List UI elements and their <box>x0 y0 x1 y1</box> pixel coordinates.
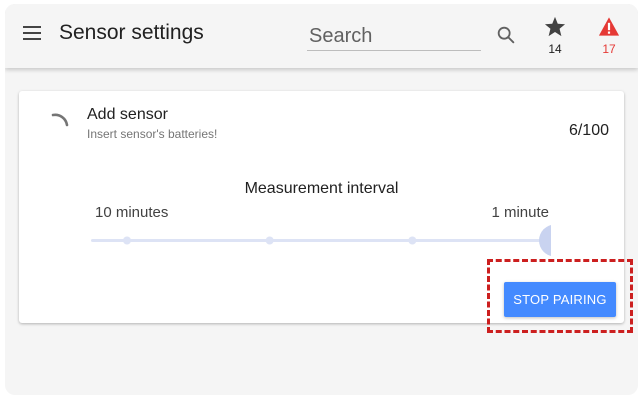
card-title: Add sensor <box>87 106 168 123</box>
slider-thumb[interactable] <box>539 225 551 257</box>
app-window: Sensor settings 14 17 Add sensor Insert <box>5 4 638 395</box>
page-title: Sensor settings <box>59 21 204 44</box>
favorites-count: 14 <box>548 42 562 56</box>
slider-min-label: 10 minutes <box>95 204 169 221</box>
star-icon <box>544 16 566 37</box>
search-icon[interactable] <box>495 24 517 46</box>
sensor-count: 6/100 <box>568 122 609 139</box>
slider-track[interactable] <box>91 239 551 242</box>
card-subtitle: Insert sensor's batteries! <box>87 127 218 141</box>
slider-tick[interactable] <box>408 236 417 245</box>
spinner-icon <box>51 113 69 127</box>
measurement-interval-slider[interactable] <box>91 222 551 262</box>
highlight-annotation <box>487 259 633 333</box>
interval-label: Measurement interval <box>244 180 399 197</box>
warning-icon <box>598 17 620 36</box>
alerts-count: 17 <box>602 42 616 56</box>
slider-max-label: 1 minute <box>491 204 549 221</box>
hamburger-icon[interactable] <box>23 26 41 40</box>
favorites-button[interactable]: 14 <box>541 16 569 55</box>
slider-tick[interactable] <box>265 236 274 245</box>
alerts-button[interactable]: 17 <box>595 16 623 55</box>
search-input[interactable] <box>307 22 481 51</box>
app-header: Sensor settings 14 17 <box>5 4 638 68</box>
slider-tick[interactable] <box>123 236 131 245</box>
